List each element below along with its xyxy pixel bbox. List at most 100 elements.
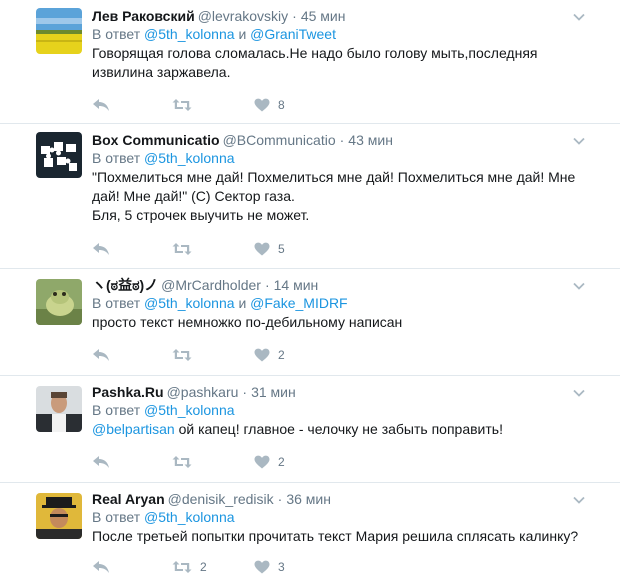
mention-link[interactable]: @5th_kolonna bbox=[144, 295, 235, 311]
tweet[interactable]: Box Communicatio @BCommunicatio · 43 мин В … bbox=[0, 124, 620, 269]
reply-icon bbox=[93, 99, 109, 111]
tweet-text-line: "Похмелиться мне дай! Похмелиться мне да… bbox=[92, 169, 576, 185]
reply-context: В ответ @5th_kolonna и @Fake_MIDRF bbox=[92, 294, 580, 313]
tweet-text-line: дай! Мне дай!" (С) Сектор газа. bbox=[92, 188, 295, 204]
retweet-icon bbox=[172, 561, 192, 573]
timestamp[interactable]: 45 мин bbox=[301, 8, 346, 24]
tweet-text: просто текст немножко по-дебильному напи… bbox=[92, 313, 580, 332]
user-name[interactable]: Pashka.Ru bbox=[92, 384, 164, 400]
mention-link[interactable]: @Fake_MIDRF bbox=[250, 295, 347, 311]
reply-joiner: и bbox=[238, 295, 247, 311]
reply-prefix: В ответ bbox=[92, 295, 141, 311]
tweet[interactable]: Pashka.Ru @pashkaru · 31 мин В ответ @5th_k… bbox=[0, 376, 620, 483]
reply-prefix: В ответ bbox=[92, 26, 141, 42]
user-name[interactable]: Box Communicatio bbox=[92, 132, 220, 148]
user-handle[interactable]: @BCommunicatio bbox=[223, 132, 336, 148]
mention-link[interactable]: @belpartisan bbox=[92, 421, 175, 437]
reply-icon bbox=[93, 456, 109, 468]
avatar[interactable] bbox=[36, 386, 82, 432]
reply-context: В ответ @5th_kolonna и @GraniTweet bbox=[92, 25, 580, 44]
retweet-count: 2 bbox=[200, 560, 207, 574]
like-button[interactable]: 5 bbox=[254, 242, 285, 256]
reply-context: В ответ @5th_kolonna bbox=[92, 401, 580, 420]
reply-button[interactable] bbox=[92, 98, 172, 112]
user-name[interactable]: Лев Раковский bbox=[92, 8, 195, 24]
timestamp[interactable]: 14 мин bbox=[274, 277, 319, 293]
tweet-actions: 8 bbox=[92, 97, 285, 113]
tweet-actions: 2 bbox=[92, 347, 285, 363]
tweet-feed: Лев Раковский @levrakovskiy · 45 мин В отве… bbox=[0, 0, 620, 577]
like-button[interactable]: 3 bbox=[254, 560, 285, 574]
mention-link[interactable]: @GraniTweet bbox=[250, 26, 336, 42]
like-button[interactable]: 8 bbox=[254, 98, 285, 112]
retweet-icon bbox=[172, 456, 192, 468]
mention-link[interactable]: @5th_kolonna bbox=[144, 509, 235, 525]
tweet-text: @belpartisan ой капец! главное - челочку… bbox=[92, 420, 580, 439]
timestamp[interactable]: 36 мин bbox=[286, 491, 331, 507]
reply-button[interactable] bbox=[92, 560, 172, 574]
mention-link[interactable]: @5th_kolonna bbox=[144, 26, 235, 42]
tweet[interactable]: ヽ(ಠ益ಠ)ノ @MrCardholder · 14 мин В ответ @5th… bbox=[0, 269, 620, 376]
separator-dot: · bbox=[277, 491, 283, 507]
like-count: 5 bbox=[278, 242, 285, 256]
heart-icon bbox=[254, 348, 270, 362]
tweet-text-line: Бля, 5 строчек выучить не может. bbox=[92, 207, 310, 223]
heart-icon bbox=[254, 242, 270, 256]
separator-dot: · bbox=[292, 8, 297, 24]
heart-icon bbox=[254, 98, 270, 112]
reply-prefix: В ответ bbox=[92, 402, 141, 418]
reply-icon bbox=[93, 561, 109, 573]
chevron-down-icon[interactable] bbox=[572, 279, 586, 293]
user-name[interactable]: ヽ(ಠ益ಠ)ノ bbox=[92, 277, 158, 293]
chevron-down-icon[interactable] bbox=[572, 10, 586, 24]
avatar[interactable] bbox=[36, 8, 82, 54]
avatar[interactable] bbox=[36, 132, 82, 178]
tweet-text-line: После третьей попытки прочитать текст Ма… bbox=[92, 528, 579, 544]
tweet[interactable]: Real Aryan @denisik_redisik · 36 мин В отве… bbox=[0, 483, 620, 577]
avatar[interactable] bbox=[36, 279, 82, 325]
separator-dot: · bbox=[339, 132, 345, 148]
reply-joiner: и bbox=[238, 26, 247, 42]
like-count: 2 bbox=[278, 348, 285, 362]
retweet-button[interactable] bbox=[172, 242, 254, 256]
tweet[interactable]: Лев Раковский @levrakovskiy · 45 мин В отве… bbox=[0, 0, 620, 124]
retweet-button[interactable] bbox=[172, 348, 254, 362]
like-count: 2 bbox=[278, 455, 285, 469]
tweet-text: Говорящая голова сломалась.Не надо было … bbox=[92, 44, 580, 82]
user-handle[interactable]: @pashkaru bbox=[167, 384, 239, 400]
tweet-actions: 5 bbox=[92, 241, 285, 257]
retweet-button[interactable]: 2 bbox=[172, 560, 254, 574]
user-handle[interactable]: @denisik_redisik bbox=[168, 491, 274, 507]
separator-dot: · bbox=[242, 384, 248, 400]
mention-link[interactable]: @5th_kolonna bbox=[144, 402, 235, 418]
chevron-down-icon[interactable] bbox=[572, 493, 586, 507]
reply-prefix: В ответ bbox=[92, 150, 141, 166]
user-name[interactable]: Real Aryan bbox=[92, 491, 165, 507]
tweet-text-line: просто текст немножко по-дебильному напи… bbox=[92, 314, 403, 330]
reply-button[interactable] bbox=[92, 242, 172, 256]
reply-context: В ответ @5th_kolonna bbox=[92, 508, 580, 527]
retweet-button[interactable] bbox=[172, 98, 254, 112]
retweet-button[interactable] bbox=[172, 455, 254, 469]
reply-button[interactable] bbox=[92, 455, 172, 469]
retweet-icon bbox=[172, 99, 192, 111]
like-button[interactable]: 2 bbox=[254, 348, 285, 362]
heart-icon bbox=[254, 560, 270, 574]
like-button[interactable]: 2 bbox=[254, 455, 285, 469]
like-count: 8 bbox=[278, 98, 285, 112]
timestamp[interactable]: 43 мин bbox=[348, 132, 393, 148]
mention-link[interactable]: @5th_kolonna bbox=[144, 150, 235, 166]
tweet-text-line: ой капец! главное - челочку не забыть по… bbox=[174, 421, 503, 437]
user-handle[interactable]: @MrCardholder bbox=[161, 277, 261, 293]
tweet-text: "Похмелиться мне дай! Похмелиться мне да… bbox=[92, 168, 580, 225]
tweet-actions: 2 bbox=[92, 454, 285, 470]
user-handle[interactable]: @levrakovskiy bbox=[198, 8, 288, 24]
timestamp[interactable]: 31 мин bbox=[251, 384, 296, 400]
reply-button[interactable] bbox=[92, 348, 172, 362]
chevron-down-icon[interactable] bbox=[572, 386, 586, 400]
retweet-icon bbox=[172, 349, 192, 361]
reply-icon bbox=[93, 349, 109, 361]
chevron-down-icon[interactable] bbox=[572, 134, 586, 148]
heart-icon bbox=[254, 455, 270, 469]
avatar[interactable] bbox=[36, 493, 82, 539]
